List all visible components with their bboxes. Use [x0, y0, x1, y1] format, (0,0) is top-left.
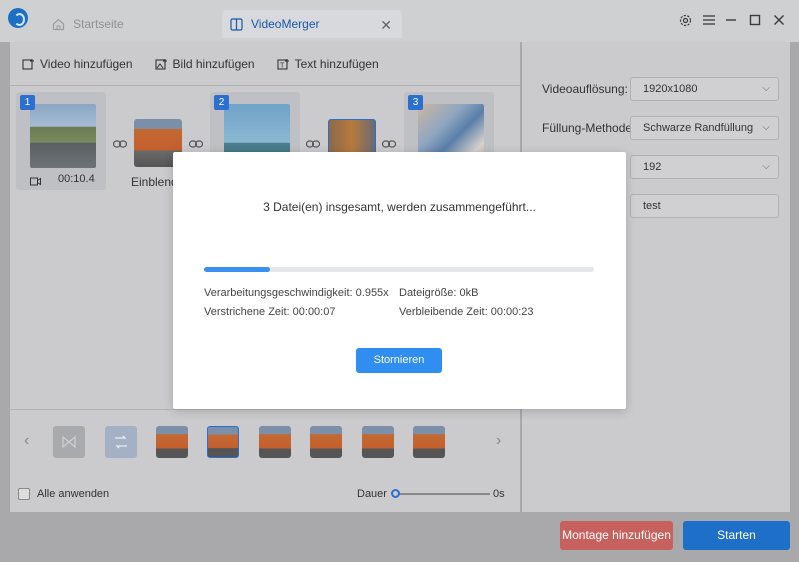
chevron-left-icon[interactable]: ‹: [24, 432, 29, 450]
clip-number-badge: 3: [408, 95, 423, 110]
third-select[interactable]: 192 ⌵: [630, 155, 779, 179]
home-icon: [52, 18, 65, 30]
merge-progress-dialog: 3 Datei(en) insgesamt, werden zusammenge…: [173, 152, 626, 409]
add-montage-button[interactable]: Montage hinzufügen: [560, 521, 673, 550]
duration-slider-track[interactable]: [396, 493, 490, 495]
transition-option[interactable]: [259, 426, 291, 458]
transition-label: Einblend: [131, 175, 178, 189]
add-image-label: Bild hinzufügen: [172, 56, 255, 71]
progress-bar-fill: [204, 267, 271, 272]
toolbar: Video hinzufügen Bild hinzufügen T Text …: [10, 42, 520, 86]
progress-bar: [204, 267, 594, 272]
third-select-value: 192: [643, 161, 662, 173]
close-window-icon[interactable]: [770, 11, 788, 29]
merger-icon: [230, 17, 243, 31]
transition-option[interactable]: [362, 426, 394, 458]
title-bar: Startseite VideoMerger ✕: [0, 0, 799, 42]
transition-option[interactable]: [105, 426, 137, 458]
transition-option[interactable]: [53, 426, 85, 458]
start-button[interactable]: Starten: [683, 521, 790, 550]
duration-slider-knob[interactable]: [391, 489, 400, 498]
clip-thumbnail: [30, 104, 96, 168]
add-text-label: Text hinzufügen: [294, 56, 379, 71]
resolution-value: 1920x1080: [643, 83, 698, 95]
link-icon[interactable]: [381, 137, 397, 151]
transition-option[interactable]: [413, 426, 445, 458]
divider: [10, 409, 520, 410]
maximize-icon[interactable]: [746, 11, 764, 29]
chevron-down-icon: ⌵: [762, 83, 770, 94]
chevron-right-icon[interactable]: ›: [496, 432, 501, 450]
output-name-input[interactable]: test: [630, 194, 779, 218]
cancel-button[interactable]: Stornieren: [356, 348, 442, 373]
clip-number-badge: 2: [214, 95, 229, 110]
resolution-label: Videoauflösung:: [542, 82, 628, 96]
clip-duration: 00:10.4: [58, 173, 95, 185]
add-image-button[interactable]: Bild hinzufügen: [154, 56, 255, 71]
fill-method-label: Füllung-Methode:: [542, 121, 636, 135]
remaining-time: Verbleibende Zeit: 00:00:23: [399, 306, 534, 318]
transition-option[interactable]: [310, 426, 342, 458]
fill-method-select[interactable]: Schwarze Randfüllung ⌵: [630, 116, 779, 140]
output-name-value: test: [643, 200, 661, 212]
tab-label: VideoMerger: [251, 17, 320, 31]
tab-label: Startseite: [73, 17, 124, 31]
add-text-button[interactable]: T Text hinzufügen: [277, 57, 379, 71]
add-text-icon: T: [277, 58, 289, 70]
transition-option-selected[interactable]: [207, 426, 239, 458]
close-tab-icon[interactable]: ✕: [380, 17, 392, 34]
link-icon[interactable]: [188, 137, 204, 151]
video-camera-icon: [30, 175, 41, 189]
processing-speed: Verarbeitungsgeschwindigkeit: 0.955x: [204, 287, 389, 299]
transition-thumbnail[interactable]: [328, 119, 376, 155]
clip-number-badge: 1: [20, 95, 35, 110]
add-video-label: Video hinzufügen: [40, 56, 133, 71]
duration-label: Dauer: [357, 488, 387, 500]
apply-all-label: Alle anwenden: [37, 488, 110, 500]
add-video-icon: [22, 58, 34, 70]
tab-startseite[interactable]: Startseite: [48, 10, 218, 38]
apply-all-checkbox[interactable]: [18, 488, 30, 500]
add-image-icon: [154, 58, 167, 70]
chevron-down-icon: ⌵: [762, 161, 770, 172]
chevron-down-icon: ⌵: [762, 122, 770, 133]
settings-gear-icon[interactable]: [676, 11, 694, 29]
tab-videomerger[interactable]: VideoMerger ✕: [222, 10, 402, 38]
app-logo-icon: [8, 8, 28, 28]
resolution-select[interactable]: 1920x1080 ⌵: [630, 77, 779, 101]
minimize-icon[interactable]: [722, 11, 740, 29]
dialog-title: 3 Datei(en) insgesamt, werden zusammenge…: [263, 200, 536, 214]
svg-text:T: T: [280, 62, 285, 69]
link-icon[interactable]: [305, 137, 321, 151]
elapsed-time: Verstrichene Zeit: 00:00:07: [204, 306, 336, 318]
menu-icon[interactable]: [700, 11, 718, 29]
transition-option[interactable]: [156, 426, 188, 458]
link-icon[interactable]: [112, 137, 128, 151]
add-video-button[interactable]: Video hinzufügen: [22, 57, 133, 71]
fill-method-value: Schwarze Randfüllung: [643, 122, 754, 134]
duration-value: 0s: [493, 488, 505, 500]
file-size: Dateigröße: 0kB: [399, 287, 479, 299]
